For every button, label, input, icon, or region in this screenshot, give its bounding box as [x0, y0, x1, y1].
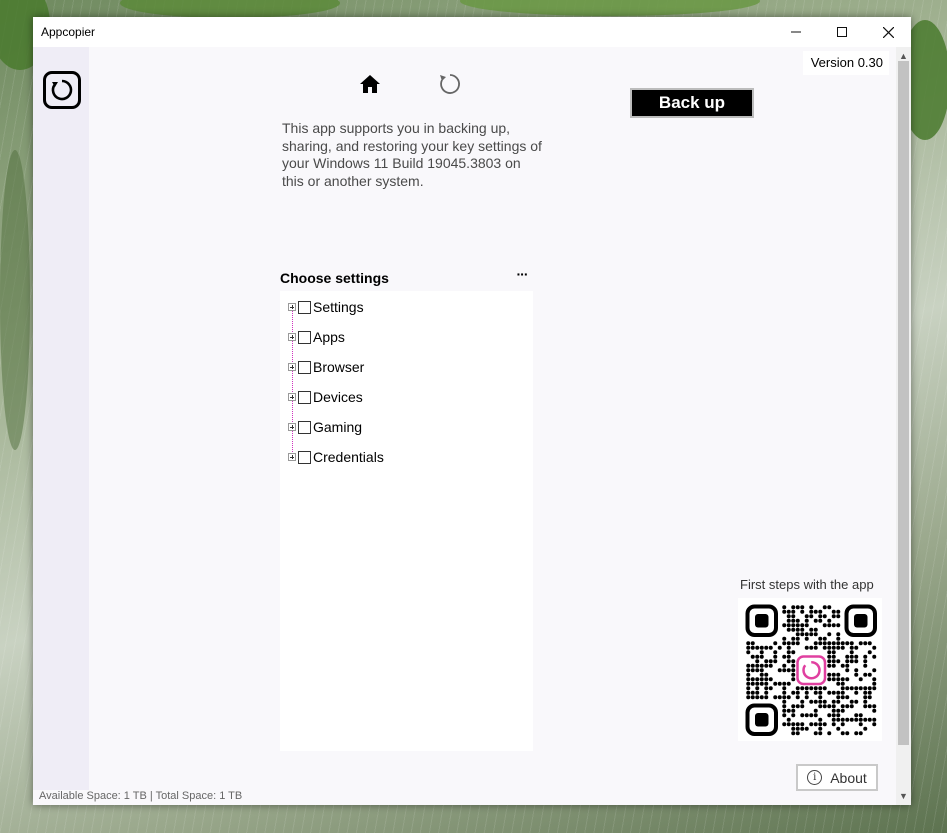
info-icon: i [807, 770, 823, 785]
expand-icon[interactable] [288, 333, 296, 341]
expand-icon[interactable] [288, 303, 296, 311]
gaming-checkbox[interactable] [298, 420, 311, 434]
close-icon [882, 26, 894, 38]
version-label: Version 0.30 [803, 51, 889, 75]
apps-checkbox[interactable] [298, 330, 311, 344]
tree-item-browser[interactable]: Browser [288, 358, 364, 376]
minimize-button[interactable] [773, 17, 819, 47]
expand-icon[interactable] [288, 393, 296, 401]
tree-item-apps[interactable]: Apps [288, 328, 345, 346]
about-button[interactable]: i About [796, 764, 878, 791]
scroll-up-icon[interactable]: ▲ [896, 49, 911, 63]
tree-item-label: Apps [313, 329, 345, 345]
tree-item-gaming[interactable]: Gaming [288, 418, 362, 436]
title-bar: Appcopier [33, 17, 911, 47]
status-bar: Available Space: 1 TB | Total Space: 1 T… [39, 790, 243, 802]
devices-checkbox[interactable] [298, 390, 311, 404]
close-button[interactable] [865, 17, 911, 47]
foliage [0, 150, 30, 450]
app-description: This app supports you in backing up, sha… [282, 120, 542, 189]
choose-settings-title: Choose settings [280, 270, 389, 286]
expand-icon[interactable] [288, 423, 296, 431]
scrollbar-thumb[interactable] [898, 61, 909, 745]
expand-icon[interactable] [288, 453, 296, 461]
maximize-button[interactable] [819, 17, 865, 47]
expand-icon[interactable] [288, 363, 296, 371]
tree-item-label: Gaming [313, 419, 363, 435]
settings-tree: Settings Apps Browser Devices Gaming Cre… [280, 291, 533, 751]
tree-item-label: Settings [313, 299, 364, 315]
tree-item-credentials[interactable]: Credentials [288, 448, 384, 466]
maximize-icon [837, 27, 847, 37]
sidebar [33, 47, 89, 790]
qr-code[interactable] [738, 598, 882, 741]
app-window: Appcopier Version 0.30 This app supports… [33, 17, 911, 805]
home-icon[interactable] [358, 73, 382, 95]
minimize-icon [791, 31, 801, 33]
window-title: Appcopier [41, 25, 96, 39]
tree-item-label: Credentials [313, 449, 384, 465]
app-content: Version 0.30 This app supports you in ba… [33, 47, 911, 805]
credentials-checkbox[interactable] [298, 450, 311, 464]
scroll-down-icon[interactable]: ▼ [896, 789, 911, 803]
browser-checkbox[interactable] [298, 360, 311, 374]
more-options-button[interactable]: ··· [513, 266, 531, 282]
refresh-icon[interactable] [437, 71, 463, 97]
tree-item-devices[interactable]: Devices [288, 388, 363, 406]
about-label: About [830, 769, 867, 786]
tree-item-label: Devices [313, 389, 363, 405]
back-up-button[interactable]: Back up [630, 88, 754, 118]
tree-item-label: Browser [313, 359, 365, 375]
first-steps-label: First steps with the app [740, 577, 874, 592]
app-logo-icon[interactable] [43, 71, 81, 109]
settings-checkbox[interactable] [298, 300, 311, 314]
tree-item-settings[interactable]: Settings [288, 298, 364, 316]
